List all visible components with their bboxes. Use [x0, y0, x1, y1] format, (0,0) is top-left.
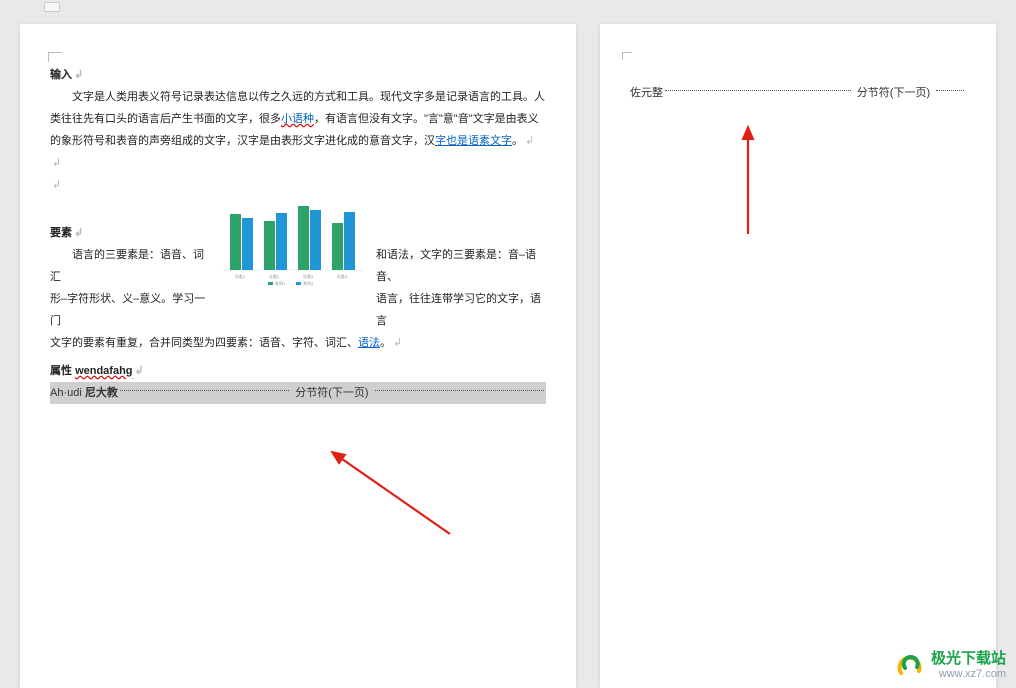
link-logogram[interactable]: 字也是语素文字: [435, 135, 512, 147]
section-break-page2: 佐元整 分节符(下一页): [630, 82, 966, 104]
svg-text:系列1: 系列1: [275, 280, 286, 286]
annotation-arrow-2: [720, 119, 780, 239]
page-margin-marker: [48, 52, 62, 62]
elements-right-text: 和语法，文字的三要素是：音–语音、: [376, 244, 546, 288]
svg-text:分类4: 分类4: [337, 273, 348, 279]
watermark-url: www.xz7.com: [939, 668, 1006, 680]
elements-right-text-2: 语言，往往连带学习它的文字，语言: [376, 288, 546, 332]
link-grammar[interactable]: 语法: [358, 337, 380, 349]
svg-text:系列2: 系列2: [303, 280, 314, 286]
page-margin-marker: [622, 52, 632, 60]
elements-left-text-2: 形–字符形状、义–意义。学习一门: [50, 288, 210, 332]
section-break-page1: Ah·udi 尼大教 分节符(下一页): [50, 382, 546, 404]
section-break-label-2: 分节符(下一页): [853, 82, 934, 104]
watermark-brand: 极光下载站: [931, 651, 1006, 668]
embedded-chart[interactable]: 分类1 分类2 分类3 分类4 系列1 系列2: [218, 196, 368, 286]
sb-prefix-2: 佐元整: [630, 82, 663, 104]
paragraph-intro: 文字是人类用表义符号记录表达信息以传之久远的方式和工具。现代文字多是记录语言的工…: [50, 86, 546, 152]
watermark: 极光下载站 www.xz7.com: [895, 651, 1006, 680]
annotation-arrow-1: [320, 444, 460, 544]
heading-input: 输入↲: [50, 64, 546, 86]
sb-prefix: Ah·udi 尼大教: [50, 382, 118, 404]
svg-text:分类2: 分类2: [269, 273, 280, 279]
watermark-logo-icon: [895, 653, 925, 679]
document-page-2[interactable]: 佐元整 分节符(下一页): [600, 24, 996, 688]
elements-after-wrap: 文字的要素有重复，合并同类型为四要素：语音、字符、词汇、语法。↲: [50, 332, 546, 354]
heading-elements: 要素↲: [50, 222, 210, 244]
elements-left-text: 语言的三要素是：语音、词汇: [50, 244, 210, 288]
attribute-line: 属性 wendafahg↲: [50, 360, 546, 382]
ruler-tab-marker: [44, 2, 60, 12]
svg-text:分类1: 分类1: [235, 273, 246, 279]
document-workspace: 输入↲ 文字是人类用表义符号记录表达信息以传之久远的方式和工具。现代文字多是记录…: [0, 0, 1016, 688]
page1-body[interactable]: 输入↲ 文字是人类用表义符号记录表达信息以传之久远的方式和工具。现代文字多是记录…: [50, 64, 546, 404]
section-break-label: 分节符(下一页): [291, 382, 372, 404]
page2-body[interactable]: 佐元整 分节符(下一页): [630, 82, 966, 104]
wrapped-section: 要素↲ 语言的三要素是：语音、词汇 形–字符形状、义–意义。学习一门: [50, 196, 546, 332]
document-page-1[interactable]: 输入↲ 文字是人类用表义符号记录表达信息以传之久远的方式和工具。现代文字多是记录…: [20, 24, 576, 688]
bar-chart-svg: 分类1 分类2 分类3 分类4 系列1 系列2: [218, 196, 368, 286]
svg-text:分类3: 分类3: [303, 273, 314, 279]
link-small-language[interactable]: 小语种: [281, 113, 314, 125]
